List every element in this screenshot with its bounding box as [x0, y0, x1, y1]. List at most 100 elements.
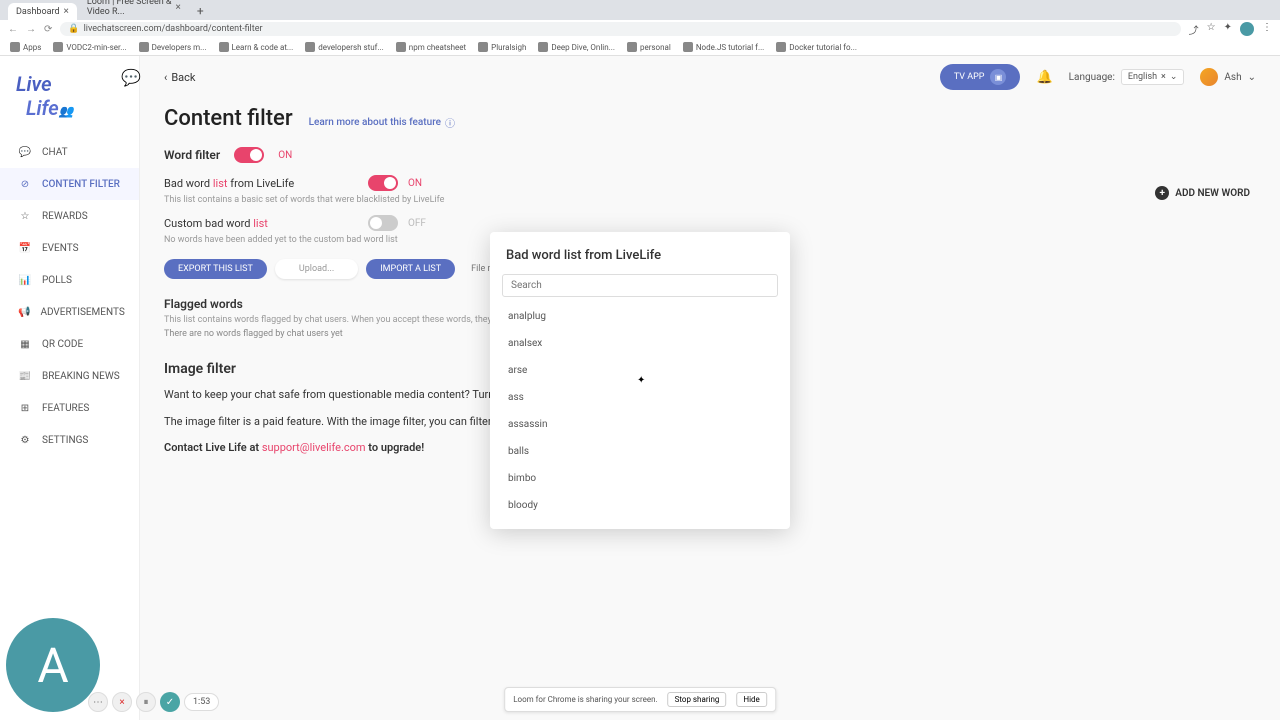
- tab-strip: Dashboard × Loom | Free Screen & Video R.…: [0, 0, 1280, 20]
- page-title: Content filter Learn more about this fea…: [164, 106, 1256, 131]
- loom-done-button[interactable]: ✓: [160, 692, 180, 712]
- export-list-button[interactable]: EXPORT THIS LIST: [164, 259, 267, 279]
- forward-icon[interactable]: →: [26, 24, 36, 35]
- list-item[interactable]: assassin: [490, 411, 790, 438]
- loom-more-button[interactable]: ⋯: [88, 692, 108, 712]
- import-list-button[interactable]: IMPORT A LIST: [366, 259, 455, 279]
- toggle-state: ON: [408, 178, 422, 189]
- bookmark[interactable]: Pluralsigh: [478, 42, 526, 52]
- language-dropdown[interactable]: English×⌄: [1121, 69, 1184, 85]
- url-input[interactable]: 🔒 livechatscreen.com/dashboard/content-f…: [60, 22, 1180, 36]
- hide-button[interactable]: Hide: [736, 692, 766, 707]
- profile-icon[interactable]: [1240, 22, 1254, 36]
- reload-icon[interactable]: ⟳: [44, 24, 52, 35]
- sidebar-item-label: CONTENT FILTER: [42, 179, 120, 190]
- sidebar-item-breaking[interactable]: 📰BREAKING NEWS: [0, 360, 139, 392]
- close-icon[interactable]: ×: [64, 6, 69, 17]
- list-item[interactable]: analsex: [490, 330, 790, 357]
- bad-word-toggle[interactable]: [368, 175, 398, 191]
- word-filter-toggle[interactable]: [234, 147, 264, 163]
- loom-pause-button[interactable]: ⏸: [136, 692, 156, 712]
- bookmark[interactable]: npm cheatsheet: [396, 42, 466, 52]
- bookmarks-bar: Apps VODC2-min-ser... Developers m... Le…: [0, 38, 1280, 56]
- bookmark[interactable]: Node.JS tutorial f...: [683, 42, 764, 52]
- chat-icon: 💬: [18, 145, 32, 159]
- bad-word-desc: This list contains a basic set of words …: [164, 195, 1256, 205]
- bookmark[interactable]: Developers m...: [139, 42, 207, 52]
- bad-word-modal: Bad word list from LiveLife analplug ana…: [490, 232, 790, 529]
- bookmark[interactable]: Apps: [10, 42, 41, 52]
- upload-button[interactable]: Upload...: [275, 259, 358, 279]
- toggle-state: OFF: [408, 218, 426, 229]
- loom-avatar[interactable]: A: [6, 618, 100, 712]
- new-tab-button[interactable]: +: [191, 2, 210, 20]
- lock-icon: 🔒: [68, 24, 79, 34]
- search-input[interactable]: [502, 274, 778, 297]
- bookmark[interactable]: VODC2-min-ser...: [53, 42, 126, 52]
- sidebar-item-label: SETTINGS: [42, 435, 88, 446]
- sidebar-item-polls[interactable]: 📊POLLS: [0, 264, 139, 296]
- list-item[interactable]: arse: [490, 357, 790, 384]
- bookmark[interactable]: personal: [627, 42, 671, 52]
- bookmark[interactable]: Deep Dive, Onlin...: [538, 42, 615, 52]
- back-icon[interactable]: ←: [8, 24, 18, 35]
- learn-more-link[interactable]: Learn more about this feature ⓘ: [309, 115, 455, 130]
- chevron-down-icon: ⌄: [1170, 72, 1178, 82]
- toggle-state: ON: [278, 150, 292, 161]
- close-icon[interactable]: ×: [1161, 72, 1166, 82]
- chevron-left-icon: ‹: [164, 71, 167, 84]
- sidebar-item-ads[interactable]: 📢ADVERTISEMENTS: [0, 296, 139, 328]
- add-new-word-button[interactable]: + ADD NEW WORD: [1155, 186, 1250, 200]
- sidebar-item-qr[interactable]: ▦QR CODE: [0, 328, 139, 360]
- user-menu[interactable]: Ash ⌄: [1200, 68, 1256, 86]
- support-email-link[interactable]: support@livelife.com: [262, 441, 366, 454]
- calendar-icon: 📅: [18, 241, 32, 255]
- bell-icon[interactable]: 🔔: [1036, 70, 1052, 85]
- bookmark[interactable]: Learn & code at...: [219, 42, 294, 52]
- sidebar-item-events[interactable]: 📅 EVENTS: [0, 232, 139, 264]
- list-item[interactable]: balls: [490, 438, 790, 465]
- sidebar-item-settings[interactable]: ⚙ SETTINGS: [0, 424, 139, 456]
- sidebar-item-label: POLLS: [42, 275, 72, 286]
- back-button[interactable]: ‹Back: [164, 71, 195, 84]
- bookmark[interactable]: Docker tutorial fo...: [776, 42, 857, 52]
- tab-title: Loom | Free Screen & Video R...: [87, 0, 172, 17]
- word-list[interactable]: analplug analsex arse ass assassin balls…: [490, 303, 790, 513]
- share-message: Loom for Chrome is sharing your screen.: [513, 695, 657, 704]
- sidebar-item-content-filter[interactable]: ⊘CONTENT FILTER: [0, 168, 139, 200]
- loom-cancel-button[interactable]: ×: [112, 692, 132, 712]
- stop-sharing-button[interactable]: Stop sharing: [668, 692, 727, 707]
- browser-tab[interactable]: Loom | Free Screen & Video R... ×: [79, 0, 189, 20]
- star-icon: ☆: [18, 209, 32, 223]
- gear-icon: ⚙: [18, 433, 32, 447]
- sidebar-item-label: FEATURES: [42, 403, 89, 414]
- sidebar-item-chat[interactable]: 💬 CHAT: [0, 136, 139, 168]
- close-icon[interactable]: ×: [176, 2, 181, 13]
- list-item[interactable]: bimbo: [490, 465, 790, 492]
- custom-toggle[interactable]: [368, 215, 398, 231]
- list-item[interactable]: analplug: [490, 303, 790, 330]
- tv-icon: ▣: [990, 69, 1006, 85]
- tv-app-button[interactable]: TV APP▣: [940, 64, 1021, 90]
- sidebar-item-label: BREAKING NEWS: [42, 371, 120, 382]
- extension-icon[interactable]: ✦: [1224, 22, 1232, 37]
- tab-title: Dashboard: [16, 7, 60, 17]
- sidebar-item-label: EVENTS: [42, 243, 79, 254]
- user-name: Ash: [1224, 72, 1241, 83]
- browser-tab[interactable]: Dashboard ×: [8, 3, 77, 20]
- list-item[interactable]: ass: [490, 384, 790, 411]
- url-bar: ← → ⟳ 🔒 livechatscreen.com/dashboard/con…: [0, 20, 1280, 38]
- sidebar-item-label: CHAT: [42, 147, 68, 158]
- star-icon[interactable]: ☆: [1207, 22, 1216, 37]
- bookmark[interactable]: developersh stuf...: [305, 42, 384, 52]
- topbar: ‹Back TV APP▣ 🔔 Language: English×⌄ Ash …: [140, 56, 1280, 98]
- chevron-down-icon: ⌄: [1248, 72, 1256, 83]
- menu-icon[interactable]: ⋮: [1262, 22, 1272, 37]
- share-icon[interactable]: ⤴: [1189, 22, 1199, 37]
- sidebar-item-features[interactable]: ⊞FEATURES: [0, 392, 139, 424]
- sidebar-item-rewards[interactable]: ☆REWARDS: [0, 200, 139, 232]
- language-selector: Language: English×⌄: [1069, 69, 1185, 85]
- modal-title: Bad word list from LiveLife: [490, 248, 790, 273]
- url-text: livechatscreen.com/dashboard/content-fil…: [84, 24, 263, 34]
- list-item[interactable]: bloody: [490, 492, 790, 513]
